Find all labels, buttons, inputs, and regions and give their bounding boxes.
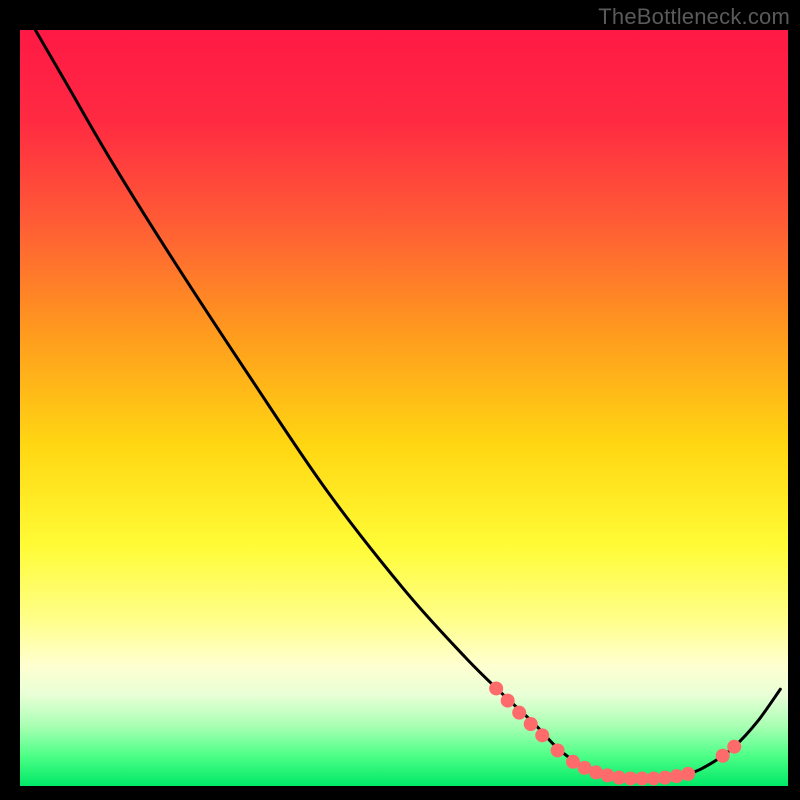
chart-marker [501,694,515,708]
chart-stage: TheBottleneck.com [0,0,800,800]
chart-marker [551,743,565,757]
chart-marker [681,767,695,781]
chart-marker [489,681,503,695]
chart-svg [0,0,800,800]
chart-marker [535,728,549,742]
chart-marker [524,717,538,731]
chart-marker [716,749,730,763]
plot-background [20,30,788,786]
chart-marker [727,740,741,754]
watermark-text: TheBottleneck.com [598,4,790,30]
chart-marker [512,706,526,720]
